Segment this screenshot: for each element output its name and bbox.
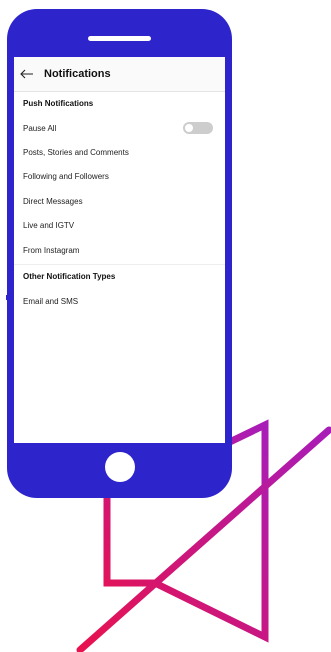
pause-all-toggle[interactable] bbox=[183, 122, 213, 135]
home-button[interactable] bbox=[105, 452, 135, 482]
setting-label: From Instagram bbox=[23, 245, 80, 255]
app-header: Notifications bbox=[14, 57, 225, 92]
setting-row-pause-all[interactable]: Pause All bbox=[14, 116, 225, 140]
setting-label: Direct Messages bbox=[23, 196, 83, 206]
setting-label: Pause All bbox=[23, 123, 57, 133]
arrow-left-icon[interactable] bbox=[20, 69, 34, 79]
phone-screen: Notifications Push Notifications Pause A… bbox=[14, 57, 225, 443]
page-title: Notifications bbox=[44, 68, 111, 80]
setting-row-posts-stories-comments[interactable]: Posts, Stories and Comments bbox=[14, 140, 225, 164]
phone-speaker bbox=[88, 36, 151, 41]
setting-label: Following and Followers bbox=[23, 172, 109, 182]
setting-row-email-sms[interactable]: Email and SMS bbox=[14, 289, 225, 313]
phone-body: Notifications Push Notifications Pause A… bbox=[7, 9, 232, 498]
toggle-knob bbox=[185, 124, 193, 133]
setting-row-following-followers[interactable]: Following and Followers bbox=[14, 165, 225, 189]
setting-label: Posts, Stories and Comments bbox=[23, 148, 129, 158]
setting-label: Live and IGTV bbox=[23, 221, 75, 231]
illustration-stage: Notifications Push Notifications Pause A… bbox=[0, 0, 331, 652]
setting-row-direct-messages[interactable]: Direct Messages bbox=[14, 189, 225, 213]
setting-row-from-instagram[interactable]: From Instagram bbox=[14, 238, 225, 262]
setting-row-live-igtv[interactable]: Live and IGTV bbox=[14, 214, 225, 238]
section-heading-other: Other Notification Types bbox=[23, 272, 116, 282]
section-heading-push: Push Notifications bbox=[23, 99, 94, 108]
setting-label: Email and SMS bbox=[23, 297, 79, 307]
